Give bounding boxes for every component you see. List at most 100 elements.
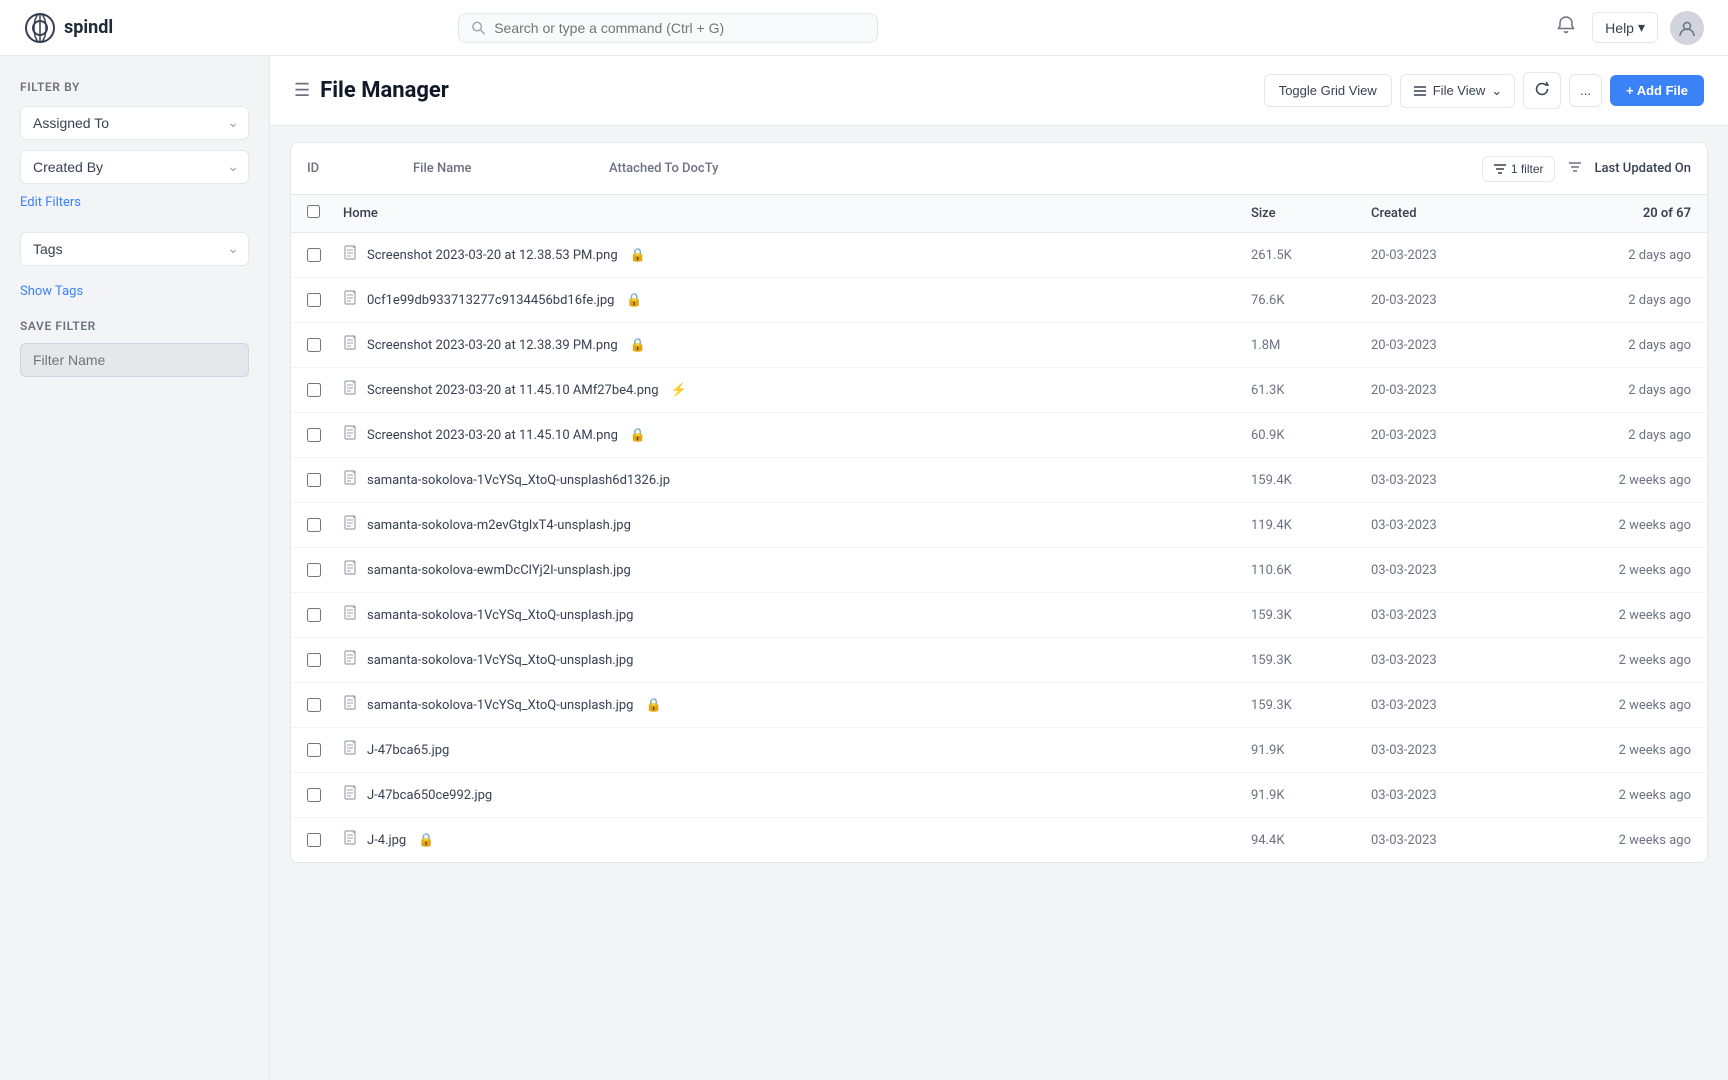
sort-button[interactable] bbox=[1563, 155, 1587, 182]
table-row[interactable]: J-47bca650ce992.jpg 91.9K 03-03-2023 2 w… bbox=[291, 773, 1707, 818]
row-checkbox[interactable] bbox=[307, 653, 321, 667]
help-button[interactable]: Help ▾ bbox=[1592, 12, 1658, 43]
notifications-button[interactable] bbox=[1552, 11, 1580, 44]
page-title-wrap: ☰ File Manager bbox=[294, 78, 449, 103]
filter-badge-button[interactable]: 1 filter bbox=[1482, 156, 1555, 182]
tags-select[interactable]: Tags bbox=[20, 232, 249, 266]
table-row[interactable]: Screenshot 2023-03-20 at 12.38.53 PM.png… bbox=[291, 233, 1707, 278]
table-toolbar: ID File Name Attached To DocTy 1 filter bbox=[291, 143, 1707, 195]
row-checkbox[interactable] bbox=[307, 338, 321, 352]
row-checkbox-wrap bbox=[307, 293, 343, 307]
row-size: 61.3K bbox=[1251, 383, 1371, 398]
row-name: samanta-sokolova-1VcYSq_XtoQ-unsplash.jp… bbox=[343, 650, 1251, 670]
show-tags-link[interactable]: Show Tags bbox=[20, 284, 83, 299]
filter-name-input[interactable] bbox=[20, 343, 249, 377]
col-id-header: ID bbox=[307, 161, 397, 176]
file-view-button[interactable]: File View ⌄ bbox=[1400, 74, 1515, 108]
row-checkbox[interactable] bbox=[307, 383, 321, 397]
bell-icon bbox=[1556, 15, 1576, 35]
row-checkbox[interactable] bbox=[307, 788, 321, 802]
row-created: 20-03-2023 bbox=[1371, 428, 1531, 443]
file-name: samanta-sokolova-1VcYSq_XtoQ-unsplash.jp… bbox=[367, 698, 633, 713]
row-created: 03-03-2023 bbox=[1371, 743, 1531, 758]
file-doc-icon bbox=[343, 605, 359, 625]
avatar[interactable] bbox=[1670, 11, 1704, 45]
row-name: Screenshot 2023-03-20 at 12.38.53 PM.png… bbox=[343, 245, 1251, 265]
row-checkbox[interactable] bbox=[307, 833, 321, 847]
edit-filters-link[interactable]: Edit Filters bbox=[20, 195, 81, 210]
table-row[interactable]: samanta-sokolova-1VcYSq_XtoQ-unsplash6d1… bbox=[291, 458, 1707, 503]
file-name: samanta-sokolova-1VcYSq_XtoQ-unsplash.jp… bbox=[367, 653, 633, 668]
row-checkbox-wrap bbox=[307, 788, 343, 802]
table-row[interactable]: samanta-sokolova-1VcYSq_XtoQ-unsplash.jp… bbox=[291, 638, 1707, 683]
row-name: samanta-sokolova-1VcYSq_XtoQ-unsplash6d1… bbox=[343, 470, 1251, 490]
row-checkbox[interactable] bbox=[307, 698, 321, 712]
row-checkbox-wrap bbox=[307, 608, 343, 622]
row-checkbox[interactable] bbox=[307, 248, 321, 262]
assigned-to-select[interactable]: Assigned To bbox=[20, 106, 249, 140]
file-doc-icon bbox=[343, 425, 359, 445]
table-row[interactable]: samanta-sokolova-m2evGtglxT4-unsplash.jp… bbox=[291, 503, 1707, 548]
file-doc-icon bbox=[343, 245, 359, 265]
file-rows-container: Screenshot 2023-03-20 at 12.38.53 PM.png… bbox=[291, 233, 1707, 862]
row-name: samanta-sokolova-1VcYSq_XtoQ-unsplash.jp… bbox=[343, 605, 1251, 625]
sort-icon bbox=[1567, 159, 1583, 175]
file-area: ID File Name Attached To DocTy 1 filter bbox=[270, 126, 1728, 1080]
row-checkbox-wrap bbox=[307, 473, 343, 487]
toggle-grid-button[interactable]: Toggle Grid View bbox=[1264, 74, 1392, 107]
row-size: 119.4K bbox=[1251, 518, 1371, 533]
table-row[interactable]: samanta-sokolova-1VcYSq_XtoQ-unsplash.jp… bbox=[291, 593, 1707, 638]
search-input[interactable] bbox=[494, 20, 865, 36]
row-checkbox-wrap bbox=[307, 833, 343, 847]
row-name: J-4.jpg 🔒 bbox=[343, 830, 1251, 850]
select-all-checkbox[interactable] bbox=[307, 205, 320, 218]
created-by-select[interactable]: Created By bbox=[20, 150, 249, 184]
table-row[interactable]: J-4.jpg 🔒 94.4K 03-03-2023 2 weeks ago bbox=[291, 818, 1707, 862]
more-options-button[interactable]: ... bbox=[1569, 74, 1602, 107]
row-checkbox[interactable] bbox=[307, 293, 321, 307]
file-name: Screenshot 2023-03-20 at 12.38.53 PM.png bbox=[367, 248, 618, 263]
filter-icon bbox=[1493, 162, 1507, 176]
row-checkbox[interactable] bbox=[307, 608, 321, 622]
row-checkbox[interactable] bbox=[307, 473, 321, 487]
page-title: File Manager bbox=[320, 78, 449, 103]
file-name: samanta-sokolova-ewmDcClYj2I-unsplash.jp… bbox=[367, 563, 631, 578]
refresh-button[interactable] bbox=[1523, 72, 1561, 109]
row-created: 03-03-2023 bbox=[1371, 608, 1531, 623]
table-row[interactable]: Screenshot 2023-03-20 at 11.45.10 AMf27b… bbox=[291, 368, 1707, 413]
row-name: samanta-sokolova-ewmDcClYj2I-unsplash.jp… bbox=[343, 560, 1251, 580]
row-checkbox[interactable] bbox=[307, 428, 321, 442]
table-row[interactable]: Screenshot 2023-03-20 at 12.38.39 PM.png… bbox=[291, 323, 1707, 368]
topnav-right: Help ▾ bbox=[1552, 11, 1704, 45]
page-header: ☰ File Manager Toggle Grid View File Vie… bbox=[270, 56, 1728, 126]
row-updated: 2 weeks ago bbox=[1531, 743, 1691, 758]
search-box[interactable] bbox=[458, 13, 878, 43]
row-size: 60.9K bbox=[1251, 428, 1371, 443]
table-row[interactable]: 0cf1e99db933713277c9134456bd16fe.jpg 🔒 7… bbox=[291, 278, 1707, 323]
file-name: samanta-sokolova-1VcYSq_XtoQ-unsplash6d1… bbox=[367, 473, 670, 488]
table-row[interactable]: samanta-sokolova-ewmDcClYj2I-unsplash.jp… bbox=[291, 548, 1707, 593]
file-doc-icon bbox=[343, 560, 359, 580]
table-row[interactable]: J-47bca65.jpg 91.9K 03-03-2023 2 weeks a… bbox=[291, 728, 1707, 773]
file-doc-icon bbox=[343, 470, 359, 490]
file-doc-icon bbox=[343, 380, 359, 400]
row-name: Screenshot 2023-03-20 at 11.45.10 AM.png… bbox=[343, 425, 1251, 445]
row-updated: 2 days ago bbox=[1531, 338, 1691, 353]
row-created: 03-03-2023 bbox=[1371, 473, 1531, 488]
row-updated: 2 days ago bbox=[1531, 383, 1691, 398]
menu-icon[interactable]: ☰ bbox=[294, 80, 310, 101]
row-size: 159.3K bbox=[1251, 608, 1371, 623]
row-created: 20-03-2023 bbox=[1371, 338, 1531, 353]
row-checkbox-wrap bbox=[307, 338, 343, 352]
row-checkbox[interactable] bbox=[307, 518, 321, 532]
file-table: ID File Name Attached To DocTy 1 filter bbox=[290, 142, 1708, 863]
table-row[interactable]: samanta-sokolova-1VcYSq_XtoQ-unsplash.jp… bbox=[291, 683, 1707, 728]
table-row[interactable]: Screenshot 2023-03-20 at 11.45.10 AM.png… bbox=[291, 413, 1707, 458]
row-checkbox[interactable] bbox=[307, 743, 321, 757]
row-name: Screenshot 2023-03-20 at 12.38.39 PM.png… bbox=[343, 335, 1251, 355]
last-updated-label: Last Updated On bbox=[1595, 161, 1691, 176]
row-checkbox[interactable] bbox=[307, 563, 321, 577]
row-name: 0cf1e99db933713277c9134456bd16fe.jpg 🔒 bbox=[343, 290, 1251, 310]
app-logo[interactable]: spindl bbox=[24, 12, 113, 44]
add-file-button[interactable]: + Add File bbox=[1610, 75, 1704, 106]
